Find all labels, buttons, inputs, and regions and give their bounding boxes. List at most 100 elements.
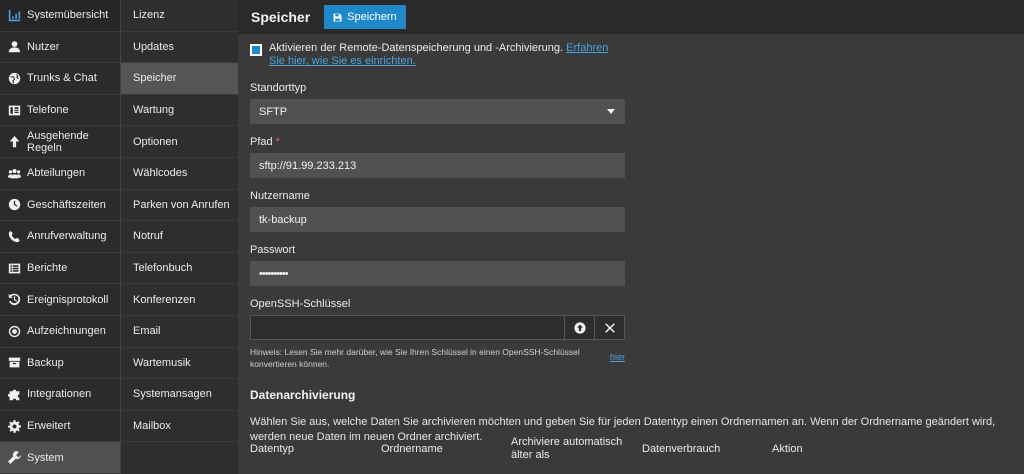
sidebar-item-ereignisprotokoll[interactable]: Ereignisprotokoll [0, 284, 120, 316]
sidebar-item-anrufverwaltung[interactable]: Anrufverwaltung [0, 221, 120, 253]
secondary-sidebar: Lizenz Updates Speicher Wartung Optionen… [120, 0, 238, 474]
subnav-item-notruf[interactable]: Notruf [121, 221, 238, 253]
sidebar-item-label: System [27, 451, 64, 464]
upload-icon [573, 321, 586, 334]
archive-icon [7, 356, 21, 370]
archive-table-header: Datentyp Ordnername Archiviere automatis… [238, 433, 1024, 473]
ssh-key-label: OpenSSH-Schlüssel [250, 298, 351, 310]
archive-section-title: Datenarchivierung [250, 388, 356, 402]
save-button-label: Speichern [347, 11, 397, 23]
path-input[interactable]: sftp://91.99.233.213 [250, 153, 625, 178]
username-label: Nutzername [250, 190, 310, 202]
main-panel: Speicher Speichern Aktivieren der Remote… [238, 0, 1024, 474]
sidebar-item-aufzeichnungen[interactable]: Aufzeichnungen [0, 316, 120, 348]
path-label: Pfad [250, 136, 273, 148]
subnav-item-speicher[interactable]: Speicher [121, 63, 238, 95]
group-icon [7, 166, 21, 180]
subnav-item-lizenz[interactable]: Lizenz [121, 0, 238, 32]
primary-sidebar: Systemübersicht Nutzer Trunks & Chat Tel… [0, 0, 120, 474]
enable-remote-storage-label: Aktivieren der Remote-Datenspeicherung u… [269, 42, 564, 54]
sidebar-item-abteilungen[interactable]: Abteilungen [0, 158, 120, 190]
globe-icon [7, 71, 21, 85]
sidebar-item-label: Anrufverwaltung [27, 230, 107, 243]
page-title: Speicher [251, 9, 311, 25]
page-header: Speicher Speichern [238, 0, 1024, 34]
chevron-down-icon [607, 109, 615, 114]
subnav-item-wartemusik[interactable]: Wartemusik [121, 348, 238, 380]
subnav-item-optionen[interactable]: Optionen [121, 126, 238, 158]
wrench-icon [7, 451, 21, 465]
ssh-hint: Hinweis: Lesen Sie mehr darüber, wie Sie… [250, 347, 580, 369]
subnav-item-systemansagen[interactable]: Systemansagen [121, 379, 238, 411]
sidebar-item-label: Backup [27, 356, 64, 369]
column-ordnername: Ordnername [381, 443, 443, 455]
storage-form: Aktivieren der Remote-Datenspeicherung u… [250, 40, 1012, 445]
column-archiviere: Archiviere automatisch älter als [511, 436, 623, 461]
sidebar-item-label: Ereignisprotokoll [27, 293, 109, 306]
sidebar-item-label: Abteilungen [27, 167, 86, 180]
save-button[interactable]: Speichern [324, 5, 406, 29]
sidebar-item-label: Nutzer [27, 40, 60, 53]
storage-type-value: SFTP [259, 105, 288, 118]
phone-book-icon [7, 103, 21, 117]
user-icon [7, 40, 21, 54]
sidebar-item-system[interactable]: System [0, 442, 120, 474]
gear-icon [7, 419, 21, 433]
sidebar-item-label: Geschäftszeiten [27, 198, 106, 211]
subnav-item-telefonbuch[interactable]: Telefonbuch [121, 253, 238, 285]
report-icon [7, 261, 21, 275]
subnav-item-waehlcodes[interactable]: Wählcodes [121, 158, 238, 190]
sidebar-item-label: Systemübersicht [27, 9, 109, 22]
upload-key-button[interactable] [565, 315, 595, 340]
sidebar-item-label: Trunks & Chat [27, 72, 97, 85]
storage-type-select[interactable]: SFTP [250, 99, 625, 124]
sidebar-item-label: Ausgehende Regeln [27, 129, 89, 154]
password-input[interactable]: •••••••••• [250, 261, 625, 286]
clear-key-button[interactable] [595, 315, 625, 340]
sidebar-item-integrationen[interactable]: Integrationen [0, 379, 120, 411]
history-icon [7, 293, 21, 307]
dashboard-icon [7, 8, 21, 22]
subnav-item-konferenzen[interactable]: Konferenzen [121, 284, 238, 316]
subnav-item-parken[interactable]: Parken von Anrufen [121, 190, 238, 222]
column-datenverbrauch: Datenverbrauch [642, 443, 721, 455]
close-icon [604, 322, 615, 333]
subnav-item-updates[interactable]: Updates [121, 32, 238, 64]
sidebar-item-ausgehende-regeln[interactable]: Ausgehende Regeln [0, 126, 120, 158]
puzzle-icon [7, 387, 21, 401]
path-value: sftp://91.99.233.213 [259, 159, 357, 172]
floppy-disk-icon [333, 13, 342, 21]
sidebar-item-telefone[interactable]: Telefone [0, 95, 120, 127]
sidebar-item-label: Integrationen [27, 388, 92, 401]
sidebar-item-geschaeftszeiten[interactable]: Geschäftszeiten [0, 190, 120, 222]
sidebar-item-label: Telefone [27, 104, 69, 117]
subnav-item-mailbox[interactable]: Mailbox [121, 411, 238, 443]
sidebar-item-systemuebersicht[interactable]: Systemübersicht [0, 0, 120, 32]
username-value: tk-backup [259, 213, 307, 226]
subnav-item-wartung[interactable]: Wartung [121, 95, 238, 127]
subnav-item-email[interactable]: Email [121, 316, 238, 348]
sidebar-item-erweitert[interactable]: Erweitert [0, 411, 120, 443]
enable-remote-storage: Aktivieren der Remote-Datenspeicherung u… [250, 42, 1012, 68]
sidebar-item-trunks-chat[interactable]: Trunks & Chat [0, 63, 120, 95]
enable-remote-storage-checkbox[interactable] [250, 44, 262, 56]
arrow-up-icon [7, 135, 21, 149]
phone-icon [7, 229, 21, 243]
sidebar-item-label: Aufzeichnungen [27, 325, 106, 338]
column-aktion: Aktion [772, 443, 803, 455]
sidebar-item-backup[interactable]: Backup [0, 348, 120, 380]
sidebar-item-nutzer[interactable]: Nutzer [0, 32, 120, 64]
clock-icon [7, 198, 21, 212]
ssh-hint-link[interactable]: hier [610, 352, 625, 362]
sidebar-item-label: Berichte [27, 262, 68, 275]
record-icon [7, 324, 21, 338]
password-value: •••••••••• [259, 267, 288, 280]
sidebar-item-label: Erweitert [27, 420, 71, 433]
required-marker: * [275, 136, 280, 148]
sidebar-item-berichte[interactable]: Berichte [0, 253, 120, 285]
ssh-key-input[interactable] [250, 315, 565, 340]
storage-type-label: Standorttyp [250, 82, 307, 94]
username-input[interactable]: tk-backup [250, 207, 625, 232]
password-label: Passwort [250, 244, 296, 256]
ssh-key-row [250, 315, 625, 340]
